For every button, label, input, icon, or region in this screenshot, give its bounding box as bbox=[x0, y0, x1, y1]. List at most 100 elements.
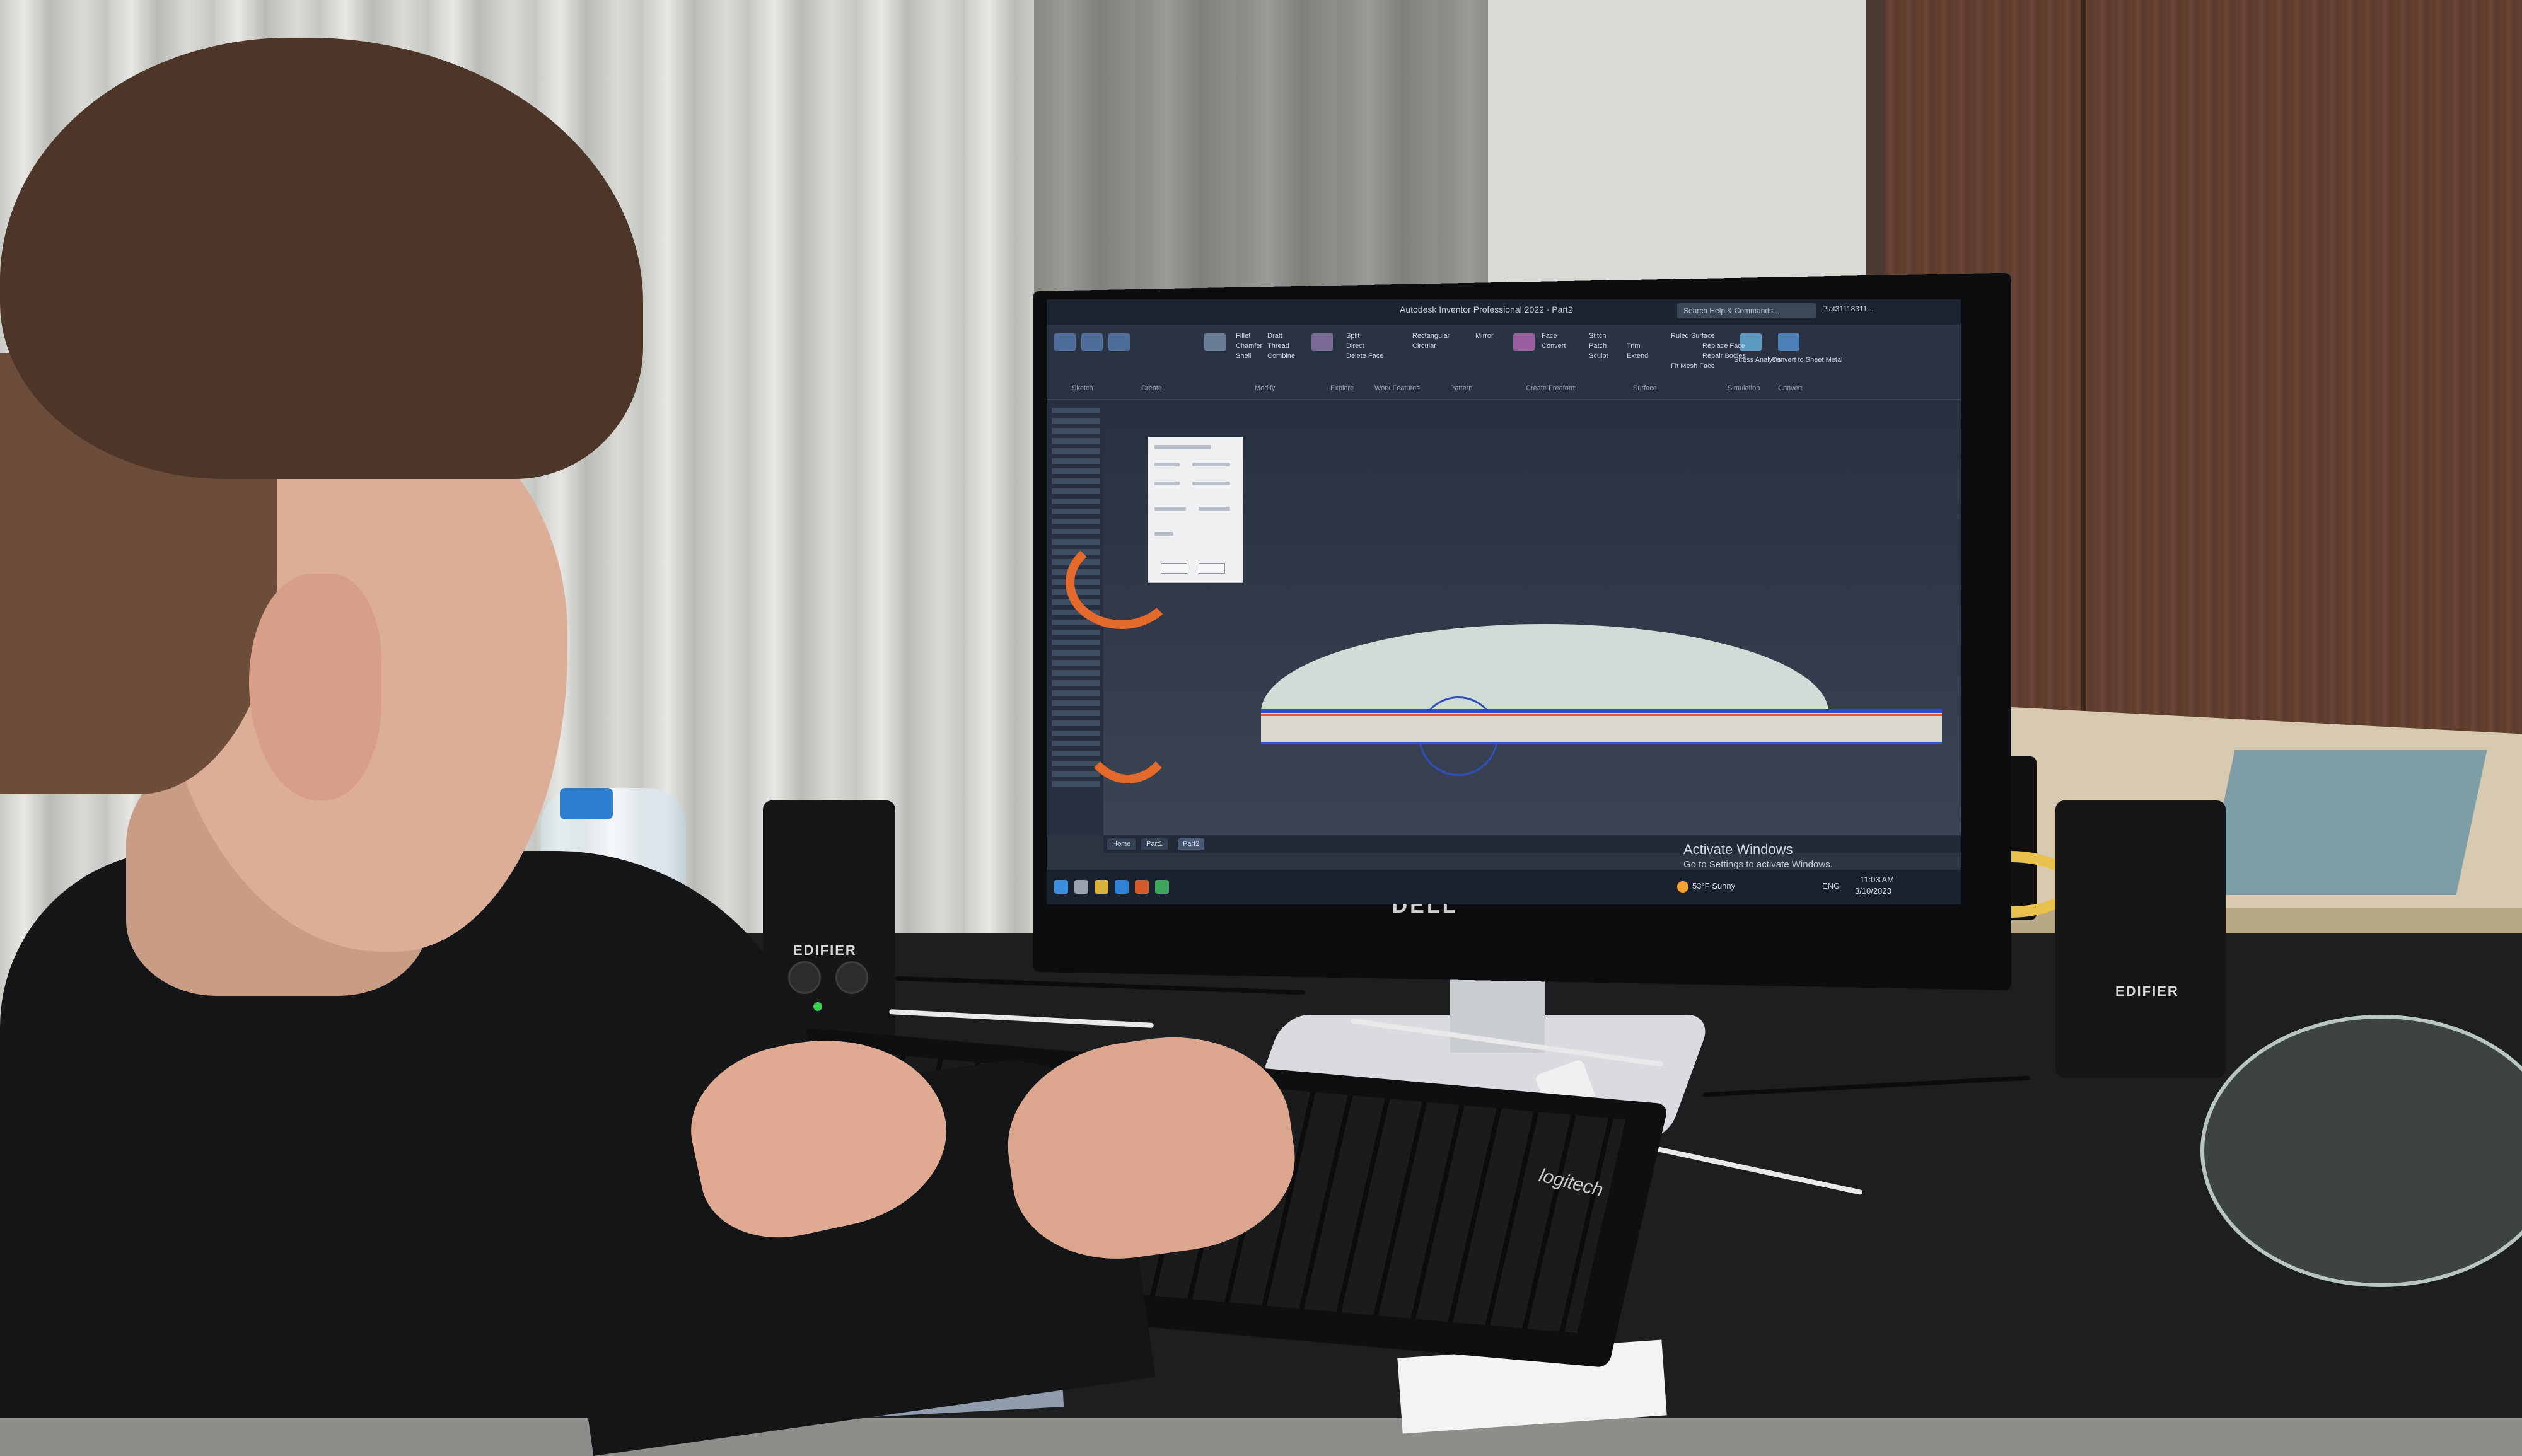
tree-node[interactable] bbox=[1052, 408, 1100, 413]
tree-node[interactable] bbox=[1052, 640, 1100, 645]
ribbon-group-label: Modify bbox=[1255, 384, 1276, 392]
start-icon[interactable] bbox=[1054, 880, 1068, 894]
tree-node[interactable] bbox=[1052, 428, 1100, 434]
box-button[interactable] bbox=[1311, 333, 1333, 351]
tree-node[interactable] bbox=[1052, 529, 1100, 534]
tab-home[interactable]: Home bbox=[1107, 838, 1136, 850]
freeform-button[interactable] bbox=[1513, 333, 1535, 351]
ribbon-group-label: Convert bbox=[1778, 384, 1803, 392]
tree-node[interactable] bbox=[1052, 630, 1100, 635]
dialog-row bbox=[1154, 445, 1211, 449]
language-indicator[interactable]: ENG bbox=[1822, 881, 1840, 891]
extrude-button[interactable] bbox=[1081, 333, 1103, 351]
ribbon-command[interactable]: Replace Face bbox=[1702, 342, 1745, 350]
ribbon-command[interactable]: Direct bbox=[1346, 342, 1364, 350]
browser-icon[interactable] bbox=[1115, 880, 1129, 894]
search-input[interactable]: Search Help & Commands... bbox=[1677, 303, 1816, 318]
ribbon-group-label: Create bbox=[1141, 384, 1163, 392]
tree-node[interactable] bbox=[1052, 499, 1100, 504]
clock-time[interactable]: 11:03 AM bbox=[1860, 875, 1894, 884]
ribbon-command[interactable]: Stitch bbox=[1589, 332, 1607, 340]
weather-icon[interactable] bbox=[1677, 881, 1688, 893]
document-tabs: Home Part1 Part2 bbox=[1103, 835, 1961, 853]
tree-node[interactable] bbox=[1052, 478, 1100, 484]
dialog-row bbox=[1154, 507, 1186, 511]
ribbon-group-label: Explore bbox=[1330, 384, 1354, 392]
hole-button[interactable] bbox=[1204, 333, 1226, 351]
ribbon-command[interactable]: Draft bbox=[1267, 332, 1282, 340]
tree-node[interactable] bbox=[1052, 438, 1100, 444]
dialog-row bbox=[1154, 482, 1180, 485]
ribbon-group-label: Simulation bbox=[1728, 384, 1760, 392]
part-dome[interactable] bbox=[1261, 624, 1828, 712]
ribbon-group-label: Create Freeform bbox=[1526, 384, 1577, 392]
inventor-icon[interactable] bbox=[1135, 880, 1149, 894]
tab-part1[interactable]: Part1 bbox=[1141, 838, 1168, 850]
tree-node[interactable] bbox=[1052, 509, 1100, 514]
ribbon-command[interactable]: Thread bbox=[1267, 342, 1289, 350]
dialog-row bbox=[1199, 507, 1230, 511]
activate-windows-subtitle: Go to Settings to activate Windows. bbox=[1683, 859, 1833, 870]
ribbon-command[interactable]: Sculpt bbox=[1589, 352, 1608, 360]
ribbon-command[interactable]: Rectangular bbox=[1412, 332, 1450, 340]
revolve-button[interactable] bbox=[1108, 333, 1130, 351]
tree-node[interactable] bbox=[1052, 519, 1100, 524]
search-icon[interactable] bbox=[1074, 880, 1088, 894]
dialog-row bbox=[1192, 482, 1230, 485]
tree-node[interactable] bbox=[1052, 781, 1100, 787]
ribbon: Fillet Chamfer Shell Draft Thread Combin… bbox=[1047, 325, 1961, 400]
ribbon-command[interactable]: Delete Face bbox=[1346, 352, 1383, 360]
tree-node[interactable] bbox=[1052, 650, 1100, 656]
dialog-row bbox=[1154, 532, 1173, 536]
ribbon-command[interactable]: Shell bbox=[1236, 352, 1251, 360]
ribbon-command[interactable]: Fillet bbox=[1236, 332, 1250, 340]
ribbon-command[interactable]: Ruled Surface bbox=[1671, 332, 1715, 340]
ribbon-group-label: Pattern bbox=[1450, 384, 1473, 392]
tree-node[interactable] bbox=[1052, 488, 1100, 494]
activate-windows-title: Activate Windows bbox=[1683, 841, 1793, 857]
ribbon-group-label: Sketch bbox=[1072, 384, 1093, 392]
dialog-ok-button[interactable] bbox=[1161, 563, 1187, 574]
speaker-knob bbox=[788, 961, 821, 994]
app-icon[interactable] bbox=[1155, 880, 1169, 894]
tree-node[interactable] bbox=[1052, 418, 1100, 424]
app-title: Autodesk Inventor Professional 2022 · Pa… bbox=[1400, 304, 1573, 315]
ribbon-command[interactable]: Extend bbox=[1627, 352, 1648, 360]
ribbon-command[interactable]: Convert bbox=[1542, 342, 1566, 350]
power-led bbox=[813, 1002, 822, 1011]
ribbon-command[interactable]: Convert to Sheet Metal bbox=[1772, 356, 1843, 364]
ribbon-command[interactable]: Mirror bbox=[1475, 332, 1494, 340]
speaker-right: EDIFIER bbox=[2055, 800, 2226, 1078]
weather-text[interactable]: 53°F Sunny bbox=[1692, 881, 1735, 891]
tree-node[interactable] bbox=[1052, 448, 1100, 454]
taskbar: 53°F Sunny ENG 11:03 AM 3/10/2023 bbox=[1047, 870, 1961, 904]
dialog-cancel-button[interactable] bbox=[1199, 563, 1225, 574]
tree-node[interactable] bbox=[1052, 660, 1100, 666]
speaker-knob bbox=[835, 961, 868, 994]
ribbon-command[interactable]: Chamfer bbox=[1236, 342, 1262, 350]
clock-date[interactable]: 3/10/2023 bbox=[1855, 886, 1891, 896]
user-name[interactable]: Plat31118311... bbox=[1822, 304, 1873, 313]
ribbon-command[interactable]: Split bbox=[1346, 332, 1359, 340]
tree-node[interactable] bbox=[1052, 458, 1100, 464]
speaker-left-brand: EDIFIER bbox=[793, 942, 857, 958]
title-bar: Autodesk Inventor Professional 2022 · Pa… bbox=[1047, 299, 1961, 325]
ribbon-command[interactable]: Circular bbox=[1412, 342, 1436, 350]
ribbon-command[interactable]: Trim bbox=[1627, 342, 1641, 350]
sketch-profile[interactable] bbox=[1078, 665, 1178, 783]
tree-node[interactable] bbox=[1052, 670, 1100, 676]
ribbon-command[interactable]: Fit Mesh Face bbox=[1671, 362, 1715, 370]
tree-node[interactable] bbox=[1052, 468, 1100, 474]
ribbon-group-label: Surface bbox=[1633, 384, 1657, 392]
file-explorer-icon[interactable] bbox=[1095, 880, 1108, 894]
start-sketch-button[interactable] bbox=[1054, 333, 1076, 351]
ribbon-command[interactable]: Patch bbox=[1589, 342, 1607, 350]
convert-sheet-metal-button[interactable] bbox=[1778, 333, 1799, 351]
dialog-row bbox=[1154, 463, 1180, 466]
tree-node[interactable] bbox=[1052, 771, 1100, 777]
feature-dialog[interactable] bbox=[1148, 437, 1243, 583]
side-desk-sheet bbox=[2204, 750, 2487, 895]
tab-part2[interactable]: Part2 bbox=[1178, 838, 1205, 850]
ribbon-command[interactable]: Combine bbox=[1267, 352, 1295, 360]
ribbon-command[interactable]: Face bbox=[1542, 332, 1557, 340]
